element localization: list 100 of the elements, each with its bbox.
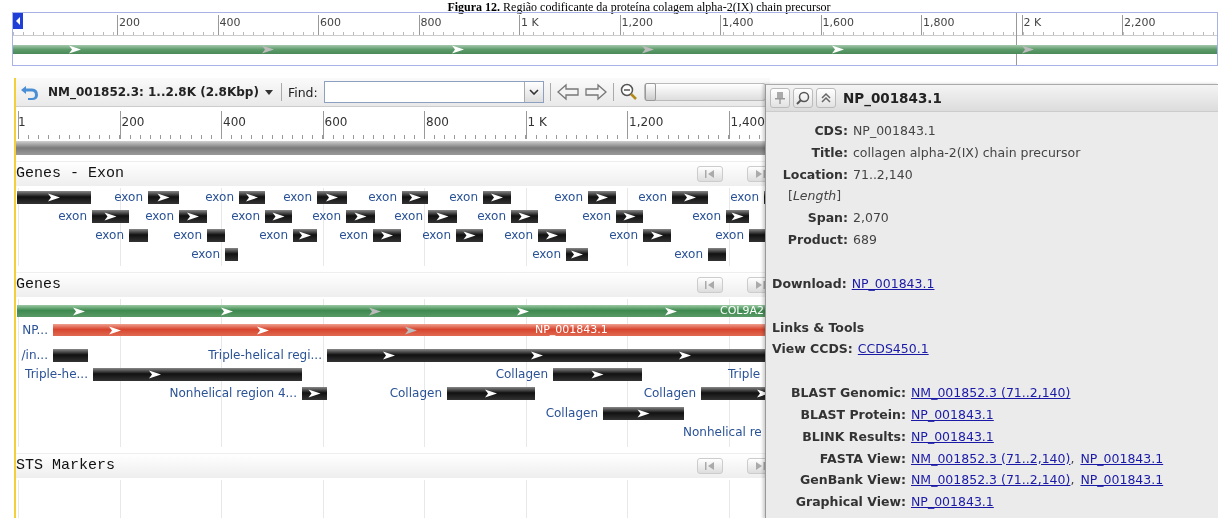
field-label: BLAST Protein: — [800, 405, 906, 424]
search-icon — [796, 91, 810, 105]
field-label: View CCDS: — [772, 340, 853, 359]
feature-bar — [538, 229, 566, 242]
feature-label: exon — [449, 191, 478, 204]
track-title: Genes — [16, 276, 61, 293]
feature-label: exon — [532, 248, 561, 261]
caret-icon — [264, 89, 273, 95]
field-value: NP_001843.1 — [853, 122, 936, 140]
ruler-label: 200 — [121, 115, 145, 129]
feature-label: exon — [95, 229, 124, 242]
field-label: CDS: — [814, 122, 848, 140]
track-title: STS Markers — [16, 457, 116, 474]
bar-label: COL9A2 — [720, 305, 764, 317]
feature-bar — [53, 349, 88, 362]
feature-bar — [456, 229, 483, 242]
field-value: collagen alpha-2(IX) chain precursor — [853, 143, 1081, 162]
feature-label: Triple-he... — [25, 368, 88, 381]
skip-back-button[interactable] — [697, 277, 723, 293]
field-value: 2,070 — [853, 209, 889, 228]
search-button[interactable] — [793, 88, 813, 108]
feature-bar — [616, 210, 643, 223]
feature-label: exon — [231, 210, 260, 223]
next-button[interactable] — [584, 83, 607, 101]
feature-label: exon — [205, 191, 234, 204]
feature-bar — [293, 229, 317, 242]
tool-link[interactable]: NP_001843.1 — [911, 425, 994, 448]
collapse-button[interactable] — [816, 88, 836, 108]
feature-label: Nonhelical region 4... — [169, 387, 297, 400]
ruler-label: 600 — [324, 115, 348, 129]
feature-bar — [225, 248, 238, 261]
ruler-label: 1,800 — [923, 16, 955, 29]
feature-bar — [179, 210, 207, 223]
find-label: Find: — [287, 84, 318, 100]
feature-label: Collagen — [643, 387, 696, 400]
tool-link[interactable]: NP_001843.1 — [911, 491, 994, 513]
download-link[interactable]: NP_001843.1 — [851, 272, 935, 295]
feature-label: Collagen — [389, 387, 442, 400]
zoom-out-button[interactable] — [619, 83, 638, 101]
feature-label: NP... — [22, 324, 48, 337]
comma-text: , — [1070, 471, 1075, 490]
find-field[interactable] — [323, 81, 544, 103]
feature-bar — [566, 248, 588, 261]
left-arrow-icon — [556, 83, 579, 101]
feature-label: Triple — [728, 368, 761, 381]
tool-link[interactable]: NM_001852.3 (71..2,140) — [911, 382, 1071, 404]
field-label: Location: — [782, 165, 848, 184]
ccds-link[interactable]: CCDS450.1 — [857, 338, 929, 361]
feature-bar — [302, 387, 327, 400]
feature-label: exon — [582, 210, 611, 223]
feature-bar — [129, 229, 148, 242]
field-label: Download: — [772, 274, 847, 293]
slider-thumb[interactable] — [644, 83, 656, 101]
ruler-label: 1,400 — [722, 16, 754, 29]
feature-label: exon — [368, 191, 397, 204]
tool-link[interactable]: NP_001843.1 — [911, 403, 994, 426]
skip-back-icon — [704, 169, 716, 179]
pin-icon — [775, 91, 785, 105]
ruler-label: 1 K — [521, 16, 539, 29]
feature-bar — [239, 191, 265, 204]
feature-label: Collagen — [495, 368, 548, 381]
feature-label: exon — [58, 210, 87, 223]
right-arrow-icon — [584, 83, 607, 101]
field-label: FASTA View: — [819, 449, 906, 468]
ruler-label: 400 — [223, 115, 246, 129]
sequence-dropdown[interactable]: NM_001852.3: 1..2.8K (2.8Kbp) — [46, 85, 275, 99]
back-icon[interactable] — [20, 83, 40, 101]
field-label: BLINK Results: — [802, 427, 906, 446]
tool-link[interactable]: NM_001852.3 (71..2,140) — [911, 469, 1071, 492]
feature-label: exon — [638, 191, 667, 204]
feature-label: exon — [259, 229, 288, 242]
feature-label: exon — [422, 229, 451, 242]
field-value: 71..2,140 — [853, 165, 913, 184]
tool-link[interactable]: NP_001843.1 — [1080, 447, 1164, 470]
previous-button[interactable] — [556, 83, 579, 101]
zoom-slider[interactable] — [643, 83, 766, 101]
ruler-label: 2 K — [1023, 16, 1042, 29]
ruler-label: 1,400 — [730, 115, 765, 129]
feature-label: exon — [730, 191, 759, 204]
feature-bar — [643, 229, 671, 242]
field-label: Span: — [807, 209, 848, 228]
feature-bar — [588, 191, 616, 204]
field-note: [Length] — [787, 187, 842, 206]
caret-icon[interactable] — [528, 89, 539, 95]
skip-back-button[interactable] — [697, 458, 723, 474]
ruler-label: 200 — [119, 16, 140, 29]
feature-bar — [207, 229, 225, 242]
feature-label: exon — [504, 229, 533, 242]
feature-label: exon — [477, 210, 506, 223]
tool-link[interactable]: NP_001843.1 — [1080, 469, 1164, 492]
ruler-label: 2,200 — [1124, 16, 1156, 29]
feature-bar — [346, 210, 375, 223]
skip-back-button[interactable] — [697, 166, 723, 182]
tool-link[interactable]: NM_001852.3 (71..2,140) — [911, 447, 1071, 470]
feature-bar — [708, 248, 726, 261]
marker-icon[interactable] — [13, 13, 23, 29]
field-label: Graphical View: — [795, 493, 906, 512]
ruler-label: 800 — [420, 16, 442, 29]
feature-label: exon — [554, 191, 583, 204]
feature-label: exon — [674, 248, 703, 261]
